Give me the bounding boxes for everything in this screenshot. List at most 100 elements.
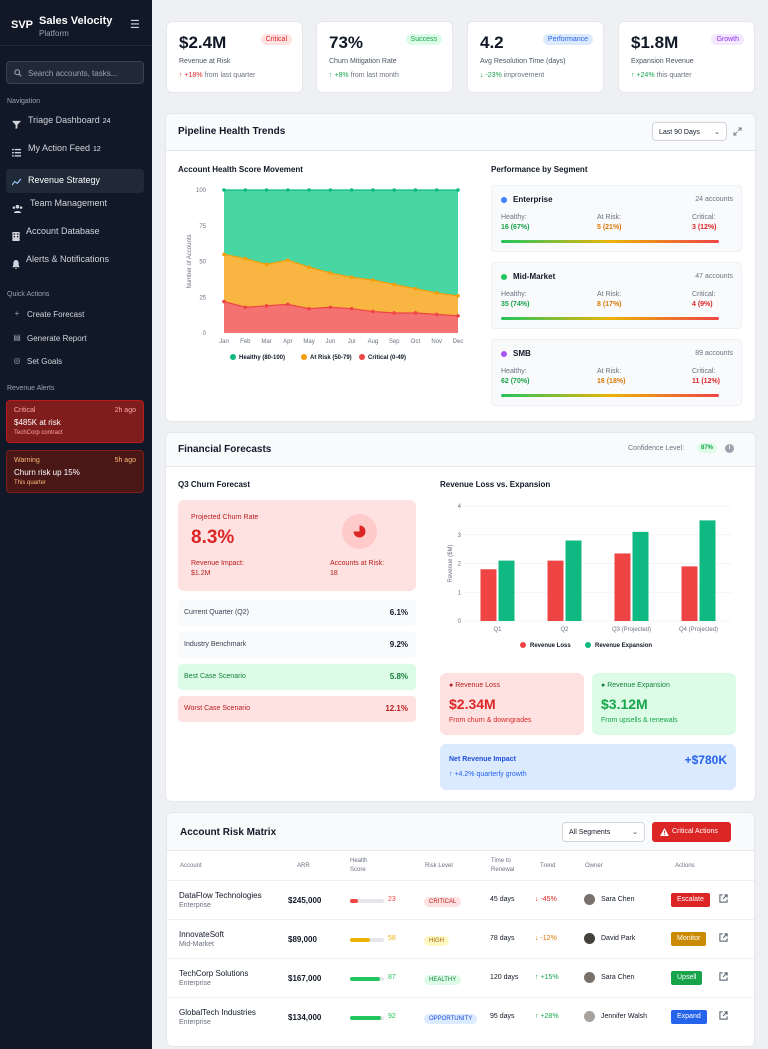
trend-value: ↑ +15% (535, 974, 559, 981)
col-header-actions: Actions (675, 863, 695, 869)
accounts-at-risk-label: Accounts at Risk: (330, 560, 385, 567)
owner-name: Sara Chen (601, 974, 635, 981)
table-row[interactable]: DataFlow Technologies Enterprise $245,000 2… (167, 880, 754, 919)
matrix-title: Account Risk Matrix (180, 827, 277, 838)
health-score-bar (350, 899, 384, 903)
segment-card-enterprise[interactable]: Enterprise 24 accounts Healthy: At Risk:… (491, 185, 742, 252)
hamburger-menu-icon[interactable]: ☰ (130, 18, 140, 31)
table-row[interactable]: TechCorp Solutions Enterprise $167,000 87 HE… (167, 958, 754, 997)
health-score-bar (350, 938, 384, 942)
critical-label: Critical: (692, 291, 716, 298)
search-icon (14, 69, 22, 77)
set-goals-button[interactable]: ◎ Set Goals (6, 353, 144, 371)
kpi-change-suffix: from last month (350, 72, 399, 79)
health-score-value: 58 (388, 935, 396, 942)
segment-title: Performance by Segment (491, 165, 588, 174)
data-point (264, 188, 269, 192)
table-row[interactable]: GlobalTech Industries Enterprise $134,000 9… (167, 997, 754, 1036)
segment-card-smb[interactable]: SMB 89 accounts Healthy: At Risk: Critic… (491, 339, 742, 406)
account-name[interactable]: DataFlow Technologies (179, 891, 262, 900)
chevron-down-icon: ⌄ (632, 829, 638, 836)
segment-filter-select[interactable]: All Segments ⌄ (562, 822, 645, 842)
alert-time: 5h ago (114, 457, 136, 464)
kpi-change: ↑ +24% this quarter (631, 72, 692, 79)
owner-name: Sara Chen (601, 896, 635, 903)
revenue-expansion-label: ● Revenue Expansion (601, 682, 670, 689)
date-range-select[interactable]: Last 90 Days ⌄ (652, 122, 727, 141)
search-input[interactable]: Search accounts, tasks... (6, 61, 144, 84)
segment-accounts: 24 accounts (695, 196, 733, 203)
nav-item-action-feed[interactable]: My Action Feed 12 (6, 140, 144, 164)
bar-expansion (498, 560, 515, 621)
account-name[interactable]: GlobalTech Industries (179, 1008, 256, 1017)
kpi-change-value: +18% (184, 72, 203, 79)
data-point (456, 314, 460, 318)
alert-card-critical[interactable]: Critical 2h ago $485K at risk TechCorp c… (6, 400, 144, 443)
x-tick-label: Nov (431, 339, 442, 345)
table-row[interactable]: InnovateSoft Mid-Market $89,000 58 HIGH 78 da… (167, 919, 754, 958)
kpi-badge: Critical (260, 34, 292, 45)
nav-item-alerts[interactable]: Alerts & Notifications (6, 252, 144, 276)
row-action-button[interactable]: Monitor (671, 932, 707, 946)
alert-card-warning[interactable]: Warning 5h ago Churn risk up 15% This qu… (6, 450, 144, 493)
health-score-value: 92 (388, 1013, 396, 1020)
nav-item-triage-dashboard[interactable]: Triage Dashboard 24 (6, 112, 144, 136)
legend-marker (359, 354, 365, 360)
at-risk-value: 8 (17%) (597, 301, 622, 308)
confidence-badge: 87% (697, 443, 718, 453)
account-name[interactable]: TechCorp Solutions (179, 969, 248, 978)
bar-chart-title: Revenue Loss vs. Expansion (440, 480, 551, 489)
avatar (584, 972, 595, 983)
data-point (243, 256, 248, 261)
kpi-badge: Performance (542, 34, 593, 45)
net-impact-value: +$780K (684, 753, 727, 767)
external-link-icon[interactable] (719, 1011, 728, 1020)
nav-item-revenue-strategy[interactable]: Revenue Strategy (6, 169, 144, 193)
nav-section-label: Navigation (7, 98, 41, 105)
legend-marker (585, 642, 591, 648)
row-value: 9.2% (389, 640, 408, 649)
nav-item-team-management[interactable]: Team Management (6, 196, 144, 220)
generate-report-button[interactable]: ▤ Generate Report (6, 330, 144, 348)
health-score-fill (350, 1016, 382, 1020)
health-gradient-bar (501, 394, 719, 397)
arrow-up-icon: ↑ (179, 72, 183, 79)
kpi-label: Revenue at Risk (179, 58, 231, 65)
kpi-value: 73% (329, 33, 364, 52)
data-point (328, 271, 333, 275)
row-action-button[interactable]: Escalate (671, 893, 710, 907)
external-link-icon[interactable] (719, 972, 728, 981)
external-link-icon[interactable] (719, 894, 728, 903)
row-action-button[interactable]: Expand (671, 1010, 707, 1024)
date-range-value: Last 90 Days (659, 129, 700, 136)
segment-card-mid-market[interactable]: Mid-Market 47 accounts Healthy: At Risk:… (491, 262, 742, 329)
projected-value: 8.3% (191, 527, 235, 548)
accounts-at-risk-value: 18 (330, 570, 338, 577)
row-action-button[interactable]: Upsell (671, 971, 703, 985)
kpi-change: ↑ +18% from last quarter (179, 72, 255, 79)
at-risk-label: At Risk: (597, 214, 622, 221)
confidence-label: Confidence Level: (628, 445, 685, 452)
external-link-icon[interactable] (719, 933, 728, 942)
bar-loss (681, 566, 698, 621)
bar-chart-icon: ▤ (13, 333, 21, 342)
nav-label: Alerts & Notifications (26, 254, 110, 264)
info-icon[interactable]: i (725, 444, 734, 453)
nav-item-account-database[interactable]: Account Database (6, 224, 144, 248)
critical-actions-button[interactable]: Critical Actions (652, 822, 731, 842)
row-value: 5.8% (389, 672, 408, 681)
data-point (243, 305, 248, 310)
nav-label: Revenue Strategy (28, 175, 101, 185)
create-forecast-button[interactable]: + Create Forecast (6, 306, 144, 324)
list-icon (12, 148, 21, 157)
expand-icon[interactable] (733, 127, 742, 136)
net-impact-label: Net Revenue Impact (449, 756, 516, 763)
healthy-label: Healthy: (501, 214, 527, 221)
revenue-loss-label: ● Revenue Loss (449, 682, 500, 689)
y-tick-label: 0 (203, 331, 207, 337)
account-name[interactable]: InnovateSoft (179, 930, 224, 939)
revenue-loss-card: ● Revenue Loss $2.34M From churn & downg… (440, 673, 584, 735)
col-header-arr: ARR (297, 863, 310, 869)
kpi-change-value: -23% (485, 72, 502, 79)
pie-chart-icon (342, 514, 377, 549)
